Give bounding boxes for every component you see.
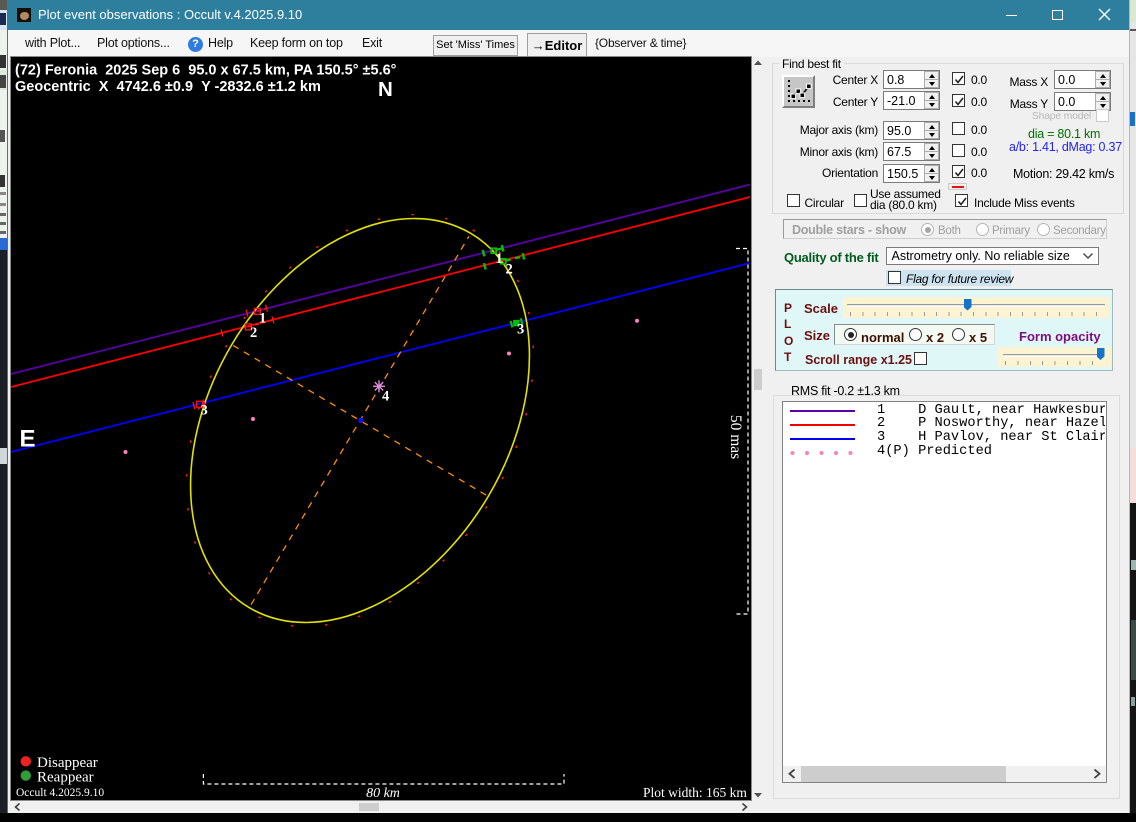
svg-text:50 mas: 50 mas bbox=[727, 415, 744, 459]
svg-text:E: E bbox=[20, 426, 36, 453]
svg-text:2: 2 bbox=[250, 325, 257, 341]
svg-text:(72) Feronia 2025 Sep 6 95.0: (72) Feronia 2025 Sep 6 95.0 x 67.5 km, … bbox=[15, 63, 397, 79]
svg-text:Plot width: 165 km: Plot width: 165 km bbox=[643, 785, 747, 800]
svg-text:Occult 4.2025.9.10: Occult 4.2025.9.10 bbox=[16, 787, 104, 799]
svg-text:N: N bbox=[378, 78, 393, 101]
svg-text:4: 4 bbox=[382, 389, 389, 405]
svg-text:2: 2 bbox=[506, 262, 513, 278]
svg-text:Reappear: Reappear bbox=[37, 770, 94, 786]
svg-text:80 km: 80 km bbox=[366, 786, 400, 801]
svg-text:3: 3 bbox=[517, 322, 524, 338]
svg-text:Geocentric X 4742.6 ±0.9 Y: Geocentric X 4742.6 ±0.9 Y -2832.6 ±1.2 … bbox=[15, 79, 321, 95]
svg-text:1: 1 bbox=[496, 251, 503, 267]
svg-text:1: 1 bbox=[259, 311, 266, 327]
svg-text:3: 3 bbox=[201, 403, 208, 419]
